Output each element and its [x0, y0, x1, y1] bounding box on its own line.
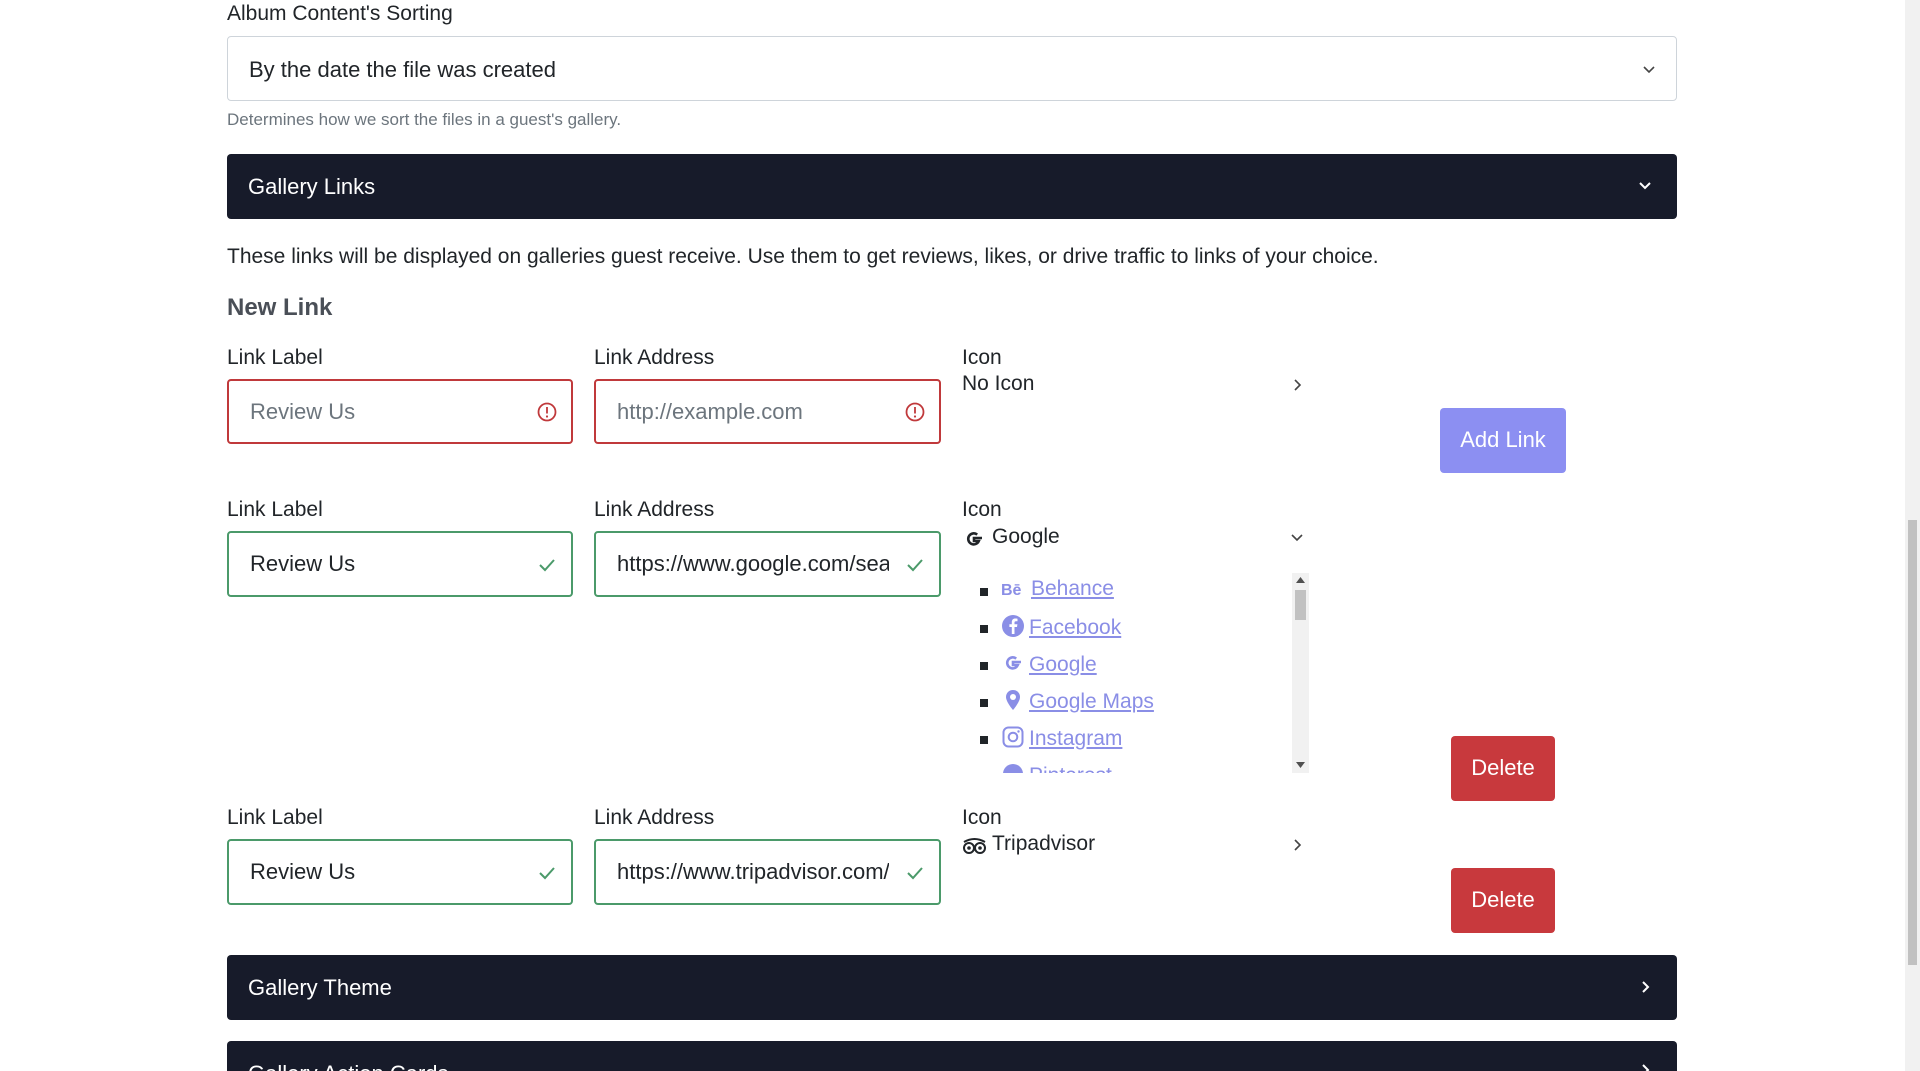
- chevron-right-icon: [1294, 839, 1302, 851]
- list-bullet: [980, 699, 988, 707]
- scroll-down-arrow-icon[interactable]: [1296, 762, 1305, 768]
- link-label-title: Link Label: [227, 806, 323, 829]
- error-icon: [905, 402, 925, 422]
- sorting-label: Album Content's Sorting: [227, 2, 453, 25]
- check-icon: [907, 559, 923, 572]
- link-address-value: https://www.tripadvisor.com/: [617, 859, 889, 884]
- link-icon-value: Google: [992, 525, 1060, 548]
- link-address-value: https://www.google.com/search: [617, 551, 889, 576]
- gallery-theme-title: Gallery Theme: [248, 975, 392, 1000]
- icon-option-facebook[interactable]: Facebook: [1001, 614, 1121, 640]
- sorting-select[interactable]: By the date the file was created: [227, 36, 1677, 101]
- chevron-down-icon: [1643, 66, 1655, 74]
- chevron-right-icon: [1642, 981, 1650, 993]
- behance-icon: Bē: [1001, 582, 1022, 599]
- new-link-heading: New Link: [227, 294, 333, 321]
- page-scrollbar[interactable]: [1905, 0, 1920, 1071]
- sorting-selected-value: By the date the file was created: [249, 57, 556, 82]
- error-icon: [537, 402, 557, 422]
- link-address-title: Link Address: [594, 806, 715, 829]
- icon-option-instagram[interactable]: Instagram: [1001, 725, 1122, 751]
- icon-options-list: Bē Behance Facebook Google Google Maps In…: [980, 573, 1292, 773]
- chevron-right-icon: [1294, 379, 1302, 391]
- facebook-icon: [1002, 615, 1024, 637]
- icon-option-google-maps[interactable]: Google Maps: [1001, 688, 1154, 714]
- chevron-down-icon: [1291, 534, 1303, 542]
- icon-options-scrollbar[interactable]: [1292, 573, 1309, 773]
- new-link-address-input[interactable]: http://example.com: [594, 379, 941, 444]
- sorting-help-text: Determines how we sort the files in a gu…: [227, 110, 622, 129]
- chevron-right-icon: [1642, 1064, 1650, 1071]
- delete-link-button[interactable]: Delete: [1451, 736, 1555, 801]
- gallery-links-section-header[interactable]: Gallery Links: [227, 154, 1677, 219]
- link-address-title: Link Address: [594, 498, 715, 521]
- list-bullet: [980, 662, 988, 670]
- gallery-theme-section-header[interactable]: Gallery Theme: [227, 955, 1677, 1020]
- new-link-label-input[interactable]: Review Us: [227, 379, 573, 444]
- chevron-down-icon: [1639, 182, 1651, 190]
- link-label-title: Link Label: [227, 498, 323, 521]
- new-link-icon-select[interactable]: No Icon: [962, 372, 1307, 402]
- gallery-action-cards-section-header[interactable]: Gallery Action Cards: [227, 1041, 1677, 1071]
- new-link-icon-value: No Icon: [962, 372, 1035, 395]
- tripadvisor-icon: [963, 838, 986, 854]
- new-link-address-placeholder: http://example.com: [617, 399, 803, 424]
- scroll-up-arrow-icon[interactable]: [1296, 577, 1305, 583]
- check-icon: [539, 559, 555, 572]
- link-address-input[interactable]: https://www.google.com/search: [594, 531, 941, 597]
- svg-text:Bē: Bē: [1001, 582, 1022, 599]
- google-icon: [966, 532, 982, 546]
- link-icon-select[interactable]: Tripadvisor: [962, 832, 1307, 862]
- icon-option-pinterest[interactable]: Pinterest: [1001, 762, 1112, 773]
- new-link-label-title: Link Label: [227, 346, 323, 369]
- google-icon: [1005, 656, 1021, 670]
- page-scrollbar-thumb[interactable]: [1908, 520, 1917, 965]
- map-pin-icon: [1006, 690, 1020, 710]
- new-link-icon-title: Icon: [962, 346, 1002, 369]
- link-icon-title: Icon: [962, 498, 1002, 521]
- icon-option-behance[interactable]: Bē Behance: [1001, 577, 1114, 601]
- gallery-links-description: These links will be displayed on galleri…: [227, 245, 1379, 268]
- link-label-input[interactable]: Review Us: [227, 531, 573, 597]
- link-label-input[interactable]: Review Us: [227, 839, 573, 905]
- check-icon: [539, 867, 555, 880]
- pinterest-icon: [1003, 764, 1023, 773]
- link-address-input[interactable]: https://www.tripadvisor.com/: [594, 839, 941, 905]
- link-icon-title: Icon: [962, 806, 1002, 829]
- new-link-label-placeholder: Review Us: [250, 399, 356, 424]
- delete-link-button[interactable]: Delete: [1451, 868, 1555, 933]
- add-link-button[interactable]: Add Link: [1440, 408, 1566, 473]
- link-icon-value: Tripadvisor: [992, 832, 1096, 855]
- link-label-value: Review Us: [250, 859, 356, 884]
- link-label-value: Review Us: [250, 551, 356, 576]
- link-icon-select[interactable]: Google: [962, 525, 1307, 555]
- icon-option-google[interactable]: Google: [1001, 651, 1097, 677]
- list-bullet: [980, 736, 988, 744]
- instagram-icon: [1002, 726, 1024, 748]
- gallery-action-cards-title: Gallery Action Cards: [248, 1061, 449, 1071]
- new-link-address-title: Link Address: [594, 346, 715, 369]
- gallery-links-title: Gallery Links: [248, 174, 376, 199]
- scrollbar-thumb[interactable]: [1295, 590, 1306, 620]
- list-bullet: [980, 588, 988, 596]
- check-icon: [907, 867, 923, 880]
- list-bullet: [980, 625, 988, 633]
